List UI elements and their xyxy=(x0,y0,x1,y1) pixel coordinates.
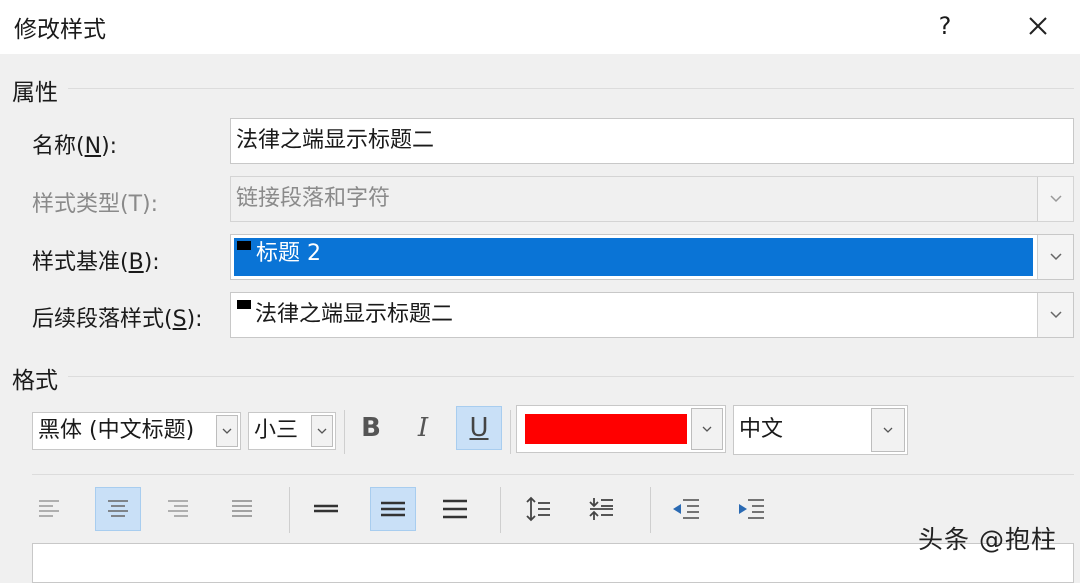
script-value: 中文 xyxy=(739,417,784,442)
font-size-select[interactable]: 小三 xyxy=(248,412,336,450)
chevron-down-icon xyxy=(1049,195,1062,203)
dialog-title: 修改样式 xyxy=(14,17,106,43)
name-label: 名称(N): xyxy=(32,134,118,159)
based-on-dropdown-arrow[interactable] xyxy=(1037,235,1073,279)
toolbar-divider xyxy=(32,474,1074,475)
chevron-down-icon xyxy=(883,427,893,433)
font-color-swatch xyxy=(525,414,687,444)
close-button[interactable] xyxy=(1018,6,1058,46)
decrease-indent-icon xyxy=(673,499,699,519)
decrease-indent-button[interactable] xyxy=(663,487,709,531)
italic-button[interactable]: I xyxy=(400,406,446,450)
single-spacing-button[interactable] xyxy=(303,487,349,531)
underline-button[interactable]: U xyxy=(456,406,502,450)
paragraph-style-icon xyxy=(237,241,251,250)
title-bar: 修改样式 ? xyxy=(0,0,1080,54)
bold-button[interactable]: B xyxy=(348,406,394,450)
paragraph-style-icon xyxy=(237,300,251,309)
style-type-label: 样式类型(T): xyxy=(32,192,159,217)
increase-indent-button[interactable] xyxy=(728,487,774,531)
decrease-spacing-icon xyxy=(589,498,613,520)
next-style-value: 法律之端显示标题二 xyxy=(255,302,454,327)
toolbar-separator xyxy=(344,410,345,454)
based-on-value: 标题 2 xyxy=(256,241,321,266)
close-icon xyxy=(1029,17,1047,35)
font-size-value: 小三 xyxy=(254,418,299,443)
based-on-select[interactable]: 标题 2 xyxy=(230,234,1074,280)
align-left-button[interactable] xyxy=(26,487,72,531)
watermark-text: 头条 @抱柱 xyxy=(918,525,1057,554)
chevron-down-icon xyxy=(1049,253,1062,261)
properties-section-title: 属性 xyxy=(12,80,58,106)
increase-paragraph-spacing-button[interactable] xyxy=(515,487,561,531)
style-type-select: 链接段落和字符 xyxy=(230,176,1074,222)
next-style-label: 后续段落样式(S): xyxy=(32,307,203,332)
font-color-dropdown-arrow[interactable] xyxy=(691,408,723,450)
style-type-value: 链接段落和字符 xyxy=(236,186,391,211)
font-value: 黑体 (中文标题) xyxy=(38,418,195,443)
style-type-dropdown-arrow xyxy=(1037,177,1073,221)
align-right-button[interactable] xyxy=(155,487,201,531)
font-size-dropdown-arrow[interactable] xyxy=(311,415,333,447)
format-divider xyxy=(68,376,1074,377)
align-center-button[interactable] xyxy=(95,487,141,531)
next-style-select[interactable]: 法律之端显示标题二 xyxy=(230,292,1074,338)
decrease-paragraph-spacing-button[interactable] xyxy=(578,487,624,531)
chevron-down-icon xyxy=(222,428,232,434)
toolbar-separator xyxy=(500,487,501,533)
font-color-select[interactable] xyxy=(516,405,726,453)
single-spacing-icon xyxy=(314,504,338,513)
format-section-title: 格式 xyxy=(12,368,58,394)
name-input[interactable]: 法律之端显示标题二 xyxy=(230,118,1074,164)
double-spacing-button[interactable] xyxy=(432,487,478,531)
script-dropdown-arrow[interactable] xyxy=(871,408,905,452)
name-input-value: 法律之端显示标题二 xyxy=(236,128,435,153)
align-center-icon xyxy=(108,500,128,517)
font-select[interactable]: 黑体 (中文标题) xyxy=(32,412,241,450)
one-half-spacing-icon xyxy=(381,501,405,517)
double-spacing-icon xyxy=(443,499,467,519)
align-right-icon xyxy=(168,500,188,517)
increase-spacing-icon xyxy=(526,496,550,522)
properties-divider xyxy=(68,88,1074,89)
toolbar-separator xyxy=(650,487,651,533)
one-half-spacing-button[interactable] xyxy=(370,487,416,531)
toolbar-separator xyxy=(510,410,511,454)
based-on-label: 样式基准(B): xyxy=(32,250,160,275)
align-left-icon xyxy=(39,500,59,517)
script-select[interactable]: 中文 xyxy=(733,405,908,455)
chevron-down-icon xyxy=(702,426,712,432)
next-style-dropdown-arrow[interactable] xyxy=(1037,293,1073,337)
font-dropdown-arrow[interactable] xyxy=(216,415,238,447)
based-on-selected: 标题 2 xyxy=(234,238,1033,276)
justify-button[interactable] xyxy=(219,487,265,531)
toolbar-separator xyxy=(289,487,290,533)
chevron-down-icon xyxy=(317,428,327,434)
help-button[interactable]: ? xyxy=(928,6,962,46)
justify-icon xyxy=(232,500,252,517)
chevron-down-icon xyxy=(1049,311,1062,319)
increase-indent-icon xyxy=(739,499,764,519)
